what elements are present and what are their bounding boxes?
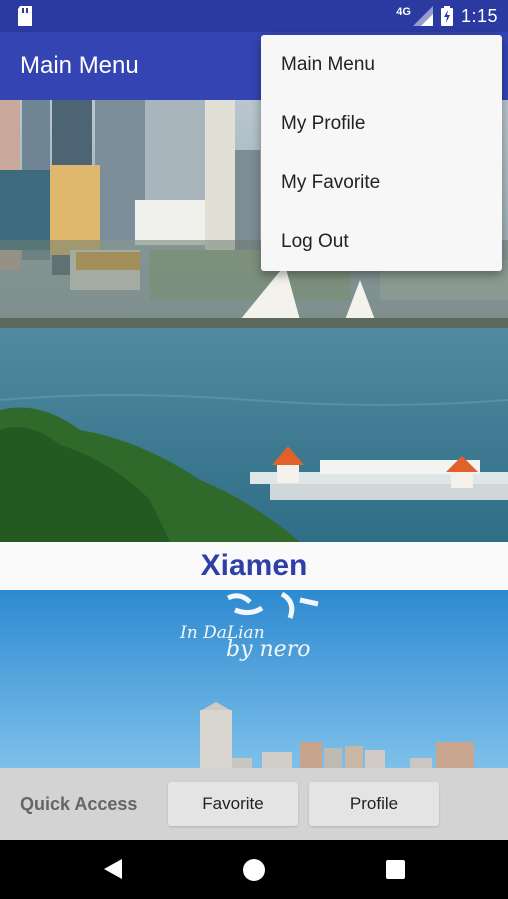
quick-access-bar: Quick Access Favorite Profile <box>0 768 508 840</box>
profile-button[interactable]: Profile <box>309 782 439 826</box>
home-icon[interactable] <box>243 859 265 881</box>
favorite-button[interactable]: Favorite <box>168 782 298 826</box>
menu-item-my-favorite[interactable]: My Favorite <box>261 153 502 212</box>
back-icon[interactable] <box>103 858 123 880</box>
sd-card-icon <box>18 6 32 26</box>
status-time: 1:15 <box>460 5 498 26</box>
page-title: Main Menu <box>20 52 139 79</box>
overflow-menu: Main Menu My Profile My Favorite Log Out <box>261 35 502 271</box>
status-bar: 4G 1:15 <box>0 0 508 32</box>
signal-icon <box>412 6 433 26</box>
recents-icon[interactable] <box>386 860 405 879</box>
quick-access-label: Quick Access <box>20 794 138 814</box>
system-nav-bar <box>0 840 508 899</box>
city-caption: Xiamen <box>0 542 508 590</box>
city-photo-dalian[interactable]: In DaLian by nero <box>0 590 508 768</box>
menu-item-my-profile[interactable]: My Profile <box>261 94 502 153</box>
battery-charging-icon <box>440 6 453 26</box>
dalian-image: In DaLian by nero <box>0 590 508 768</box>
network-type-label: 4G <box>396 6 411 18</box>
watermark-line2: by nero <box>226 637 310 662</box>
menu-item-main-menu[interactable]: Main Menu <box>261 35 502 94</box>
menu-item-log-out[interactable]: Log Out <box>261 212 502 271</box>
